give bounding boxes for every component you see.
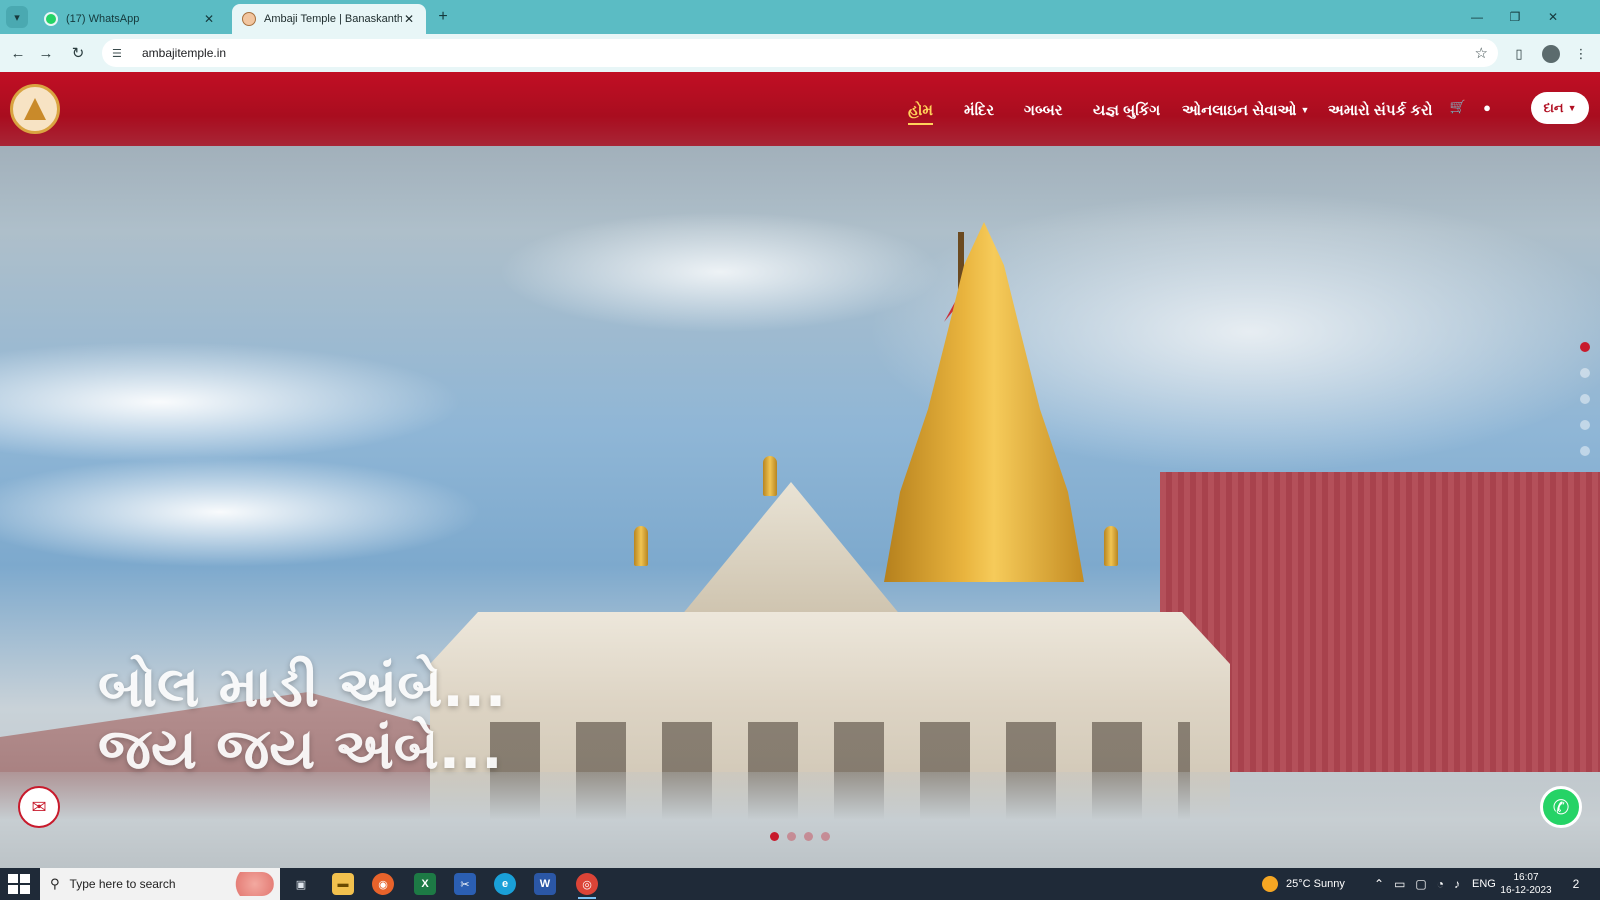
url-text: ambajitemple.in	[142, 46, 227, 60]
nav-gabbar[interactable]: ગબ્બર	[1024, 98, 1063, 122]
back-arrow-icon[interactable]: ←	[6, 41, 30, 65]
reload-icon[interactable]: ↻	[66, 41, 90, 65]
chevron-down-icon: ▼	[1300, 105, 1310, 115]
tab-list-icon[interactable]: ▾	[6, 6, 28, 28]
windows-taskbar: ⚲ Type here to search ▣ ▬ ◉ X ✂ e W ◎ 25…	[0, 868, 1600, 900]
display-icon[interactable]: ▢	[1415, 877, 1426, 891]
tagline-line-2: જય જય અંબે...	[98, 717, 503, 782]
nav-online-services[interactable]: ઓનલાઇન સેવાઓ ▼	[1182, 98, 1309, 122]
website-viewport: બોલ માડી અંબે... જય જય અંબે... ✉ ✆ હોમ મ…	[0, 72, 1600, 868]
golden-spire	[884, 222, 1084, 582]
snipping-icon[interactable]: ✂	[454, 873, 476, 895]
word-icon[interactable]: W	[534, 873, 556, 895]
star-icon[interactable]: ☆	[1475, 44, 1488, 62]
close-icon[interactable]: ✕	[202, 12, 216, 26]
whatsapp-icon[interactable]: ✆	[1540, 786, 1582, 828]
windows-start-icon[interactable]	[8, 874, 30, 894]
restore-icon[interactable]: ❐	[1500, 6, 1530, 28]
file-explorer-icon[interactable]: ▬	[332, 873, 354, 895]
nav-yagna-booking[interactable]: યજ્ઞ બુકિંગ	[1093, 98, 1160, 122]
slider-dot[interactable]	[1580, 342, 1590, 352]
weather-text: 25°C Sunny	[1286, 878, 1345, 890]
firefox-icon[interactable]: ◉	[372, 873, 394, 895]
tab-title: Ambaji Temple | Banaskantha, G	[264, 13, 402, 25]
address-bar[interactable]: ☰ ambajitemple.in ☆	[102, 39, 1498, 67]
nav-contact[interactable]: અમારો સંપર્ક કરો	[1328, 98, 1433, 122]
notification-icon[interactable]: 2	[1566, 874, 1586, 894]
whatsapp-favicon	[44, 12, 58, 26]
chevron-down-icon: ▼	[1567, 103, 1577, 113]
site-info-icon[interactable]: ☰	[112, 47, 128, 60]
marble-dome	[676, 482, 906, 622]
slider-dot[interactable]	[1580, 446, 1590, 456]
slider-dot[interactable]	[804, 832, 813, 841]
slider-dot[interactable]	[770, 832, 779, 841]
menu-dots-icon[interactable]: ⋮	[1570, 43, 1592, 65]
notification-count: 2	[1572, 877, 1580, 891]
donate-label: દાન	[1543, 100, 1564, 115]
slider-dot[interactable]	[787, 832, 796, 841]
courtyard-floor	[0, 772, 1600, 868]
hero-slider: બોલ માડી અંબે... જય જય અંબે... ✉ ✆	[0, 72, 1600, 868]
chevron-up-icon[interactable]: ⌃	[1374, 877, 1384, 891]
hero-tagline: બોલ માડી અંબે... જય જય અંબે...	[98, 657, 506, 781]
slider-dot[interactable]	[821, 832, 830, 841]
plus-icon[interactable]: +	[432, 6, 454, 28]
language-indicator[interactable]: ENG	[1472, 868, 1496, 900]
slider-dot[interactable]	[1580, 420, 1590, 430]
weather-widget[interactable]: 25°C Sunny	[1262, 868, 1345, 900]
user-icon[interactable]: ●	[1478, 98, 1496, 116]
browser-toolbar: ← → ↻ ☰ ambajitemple.in ☆ ▯ ⋮	[0, 34, 1600, 72]
excel-icon[interactable]: X	[414, 873, 436, 895]
edge-icon[interactable]: e	[494, 873, 516, 895]
dome-finial	[634, 526, 648, 566]
site-header: હોમ મંદિર ગબ્બર યજ્ઞ બુકિંગ ઓનલાઇન સેવાઓ…	[0, 72, 1600, 146]
taskbar-search-box[interactable]: ⚲ Type here to search	[40, 868, 280, 900]
dome-finial	[1104, 526, 1118, 566]
tab-whatsapp[interactable]: (17) WhatsApp ✕	[34, 4, 226, 34]
chatbot-icon[interactable]: ✉	[18, 786, 60, 828]
dome-finial	[763, 456, 777, 496]
forward-arrow-icon[interactable]: →	[34, 41, 58, 65]
system-tray-icons: ⌃ ▭ ▢ ◔ ♪	[1374, 868, 1460, 900]
side-panel-icon[interactable]: ▯	[1508, 43, 1530, 65]
browser-tab-bar: ▾ (17) WhatsApp ✕ Ambaji Temple | Banask…	[0, 0, 1600, 34]
search-placeholder: Type here to search	[69, 877, 176, 891]
window-close-icon[interactable]: ✕	[1538, 6, 1568, 28]
close-icon[interactable]: ✕	[402, 12, 416, 26]
cart-icon[interactable]: 🛒	[1449, 98, 1467, 116]
search-highlight-image	[226, 872, 274, 896]
donate-button[interactable]: દાન ▼	[1531, 92, 1589, 124]
volume-icon[interactable]: ♪	[1454, 877, 1460, 891]
nav-online-services-label: ઓનલાઇન સેવાઓ	[1182, 101, 1297, 119]
sun-icon	[1262, 876, 1278, 892]
slider-dot[interactable]	[1580, 368, 1590, 378]
minimize-icon[interactable]: —	[1462, 6, 1492, 28]
horizontal-slider-dots	[770, 832, 838, 841]
clock-time: 16:07	[1513, 872, 1539, 883]
wifi-icon[interactable]: ◔	[1437, 877, 1444, 891]
tagline-line-1: બોલ માડી અંબે...	[98, 655, 507, 720]
tab-ambaji-temple[interactable]: Ambaji Temple | Banaskantha, G ✕	[232, 4, 426, 34]
vertical-slider-dots	[1580, 342, 1590, 472]
temple-logo[interactable]	[10, 84, 60, 134]
taskbar-clock[interactable]: 16:07 16-12-2023	[1496, 871, 1556, 897]
search-icon: ⚲	[50, 876, 60, 891]
tab-title: (17) WhatsApp	[66, 13, 140, 25]
nav-home[interactable]: હોમ	[908, 98, 934, 125]
clock-date: 16-12-2023	[1500, 885, 1552, 896]
nav-temple[interactable]: મંદિર	[964, 98, 994, 122]
network-icon[interactable]: ▭	[1394, 877, 1405, 891]
profile-icon[interactable]	[1540, 43, 1562, 65]
slider-dot[interactable]	[1580, 394, 1590, 404]
temple-favicon	[242, 12, 256, 26]
chrome-icon[interactable]: ◎	[576, 873, 598, 899]
task-view-icon[interactable]: ▣	[290, 873, 312, 895]
